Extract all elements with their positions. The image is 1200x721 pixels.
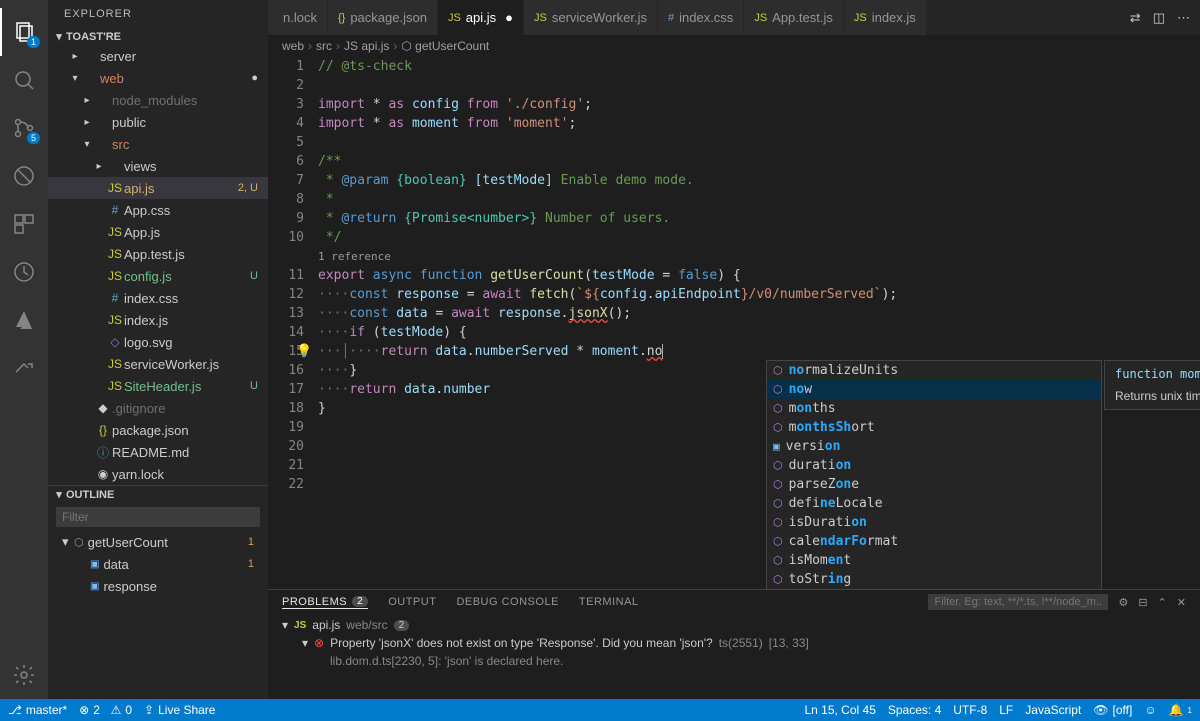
panel-tab-output[interactable]: OUTPUT (388, 596, 436, 608)
problem-related[interactable]: lib.dom.d.ts[2230, 5]: 'json' is declare… (282, 652, 1186, 670)
tree-item-serviceWorker-js[interactable]: JSserviceWorker.js (48, 353, 268, 375)
tree-item-logo-svg[interactable]: ◇logo.svg (48, 331, 268, 353)
tree-item-SiteHeader-js[interactable]: JSSiteHeader.jsU (48, 375, 268, 397)
outline-item-response[interactable]: ▣response (48, 575, 268, 597)
activity-extensions-icon[interactable] (0, 200, 48, 248)
suggest-item-monthsShort[interactable]: ⬡monthsShort (767, 418, 1101, 437)
tree-item-node_modules[interactable]: ▸node_modules (48, 89, 268, 111)
tree-item-src[interactable]: ▾src (48, 133, 268, 155)
status-ts[interactable]: 👁 [off] (1093, 703, 1132, 717)
chevron-up-icon[interactable]: ⌃ (1158, 596, 1167, 609)
panel-tab-problems[interactable]: PROBLEMS 2 (282, 596, 368, 609)
status-liveshare[interactable]: ⇪ Live Share (144, 703, 215, 717)
error-icon: ⊗ (314, 636, 324, 650)
sidebar: EXPLORER ▾TOAST'RE ▸server▾web●▸node_mod… (48, 0, 268, 699)
panel-tab-terminal[interactable]: TERMINAL (579, 596, 639, 608)
tab-index-css[interactable]: #index.css (658, 0, 744, 35)
doc-description: Returns unix time in milliseconds. Overw… (1115, 389, 1200, 403)
activity-settings-icon[interactable] (0, 651, 48, 699)
suggest-item-isMoment[interactable]: ⬡isMoment (767, 551, 1101, 570)
suggest-item-defineLocale[interactable]: ⬡defineLocale (767, 494, 1101, 513)
tab-App-test-js[interactable]: JSApp.test.js (744, 0, 844, 35)
tree-item-index-css[interactable]: #index.css (48, 287, 268, 309)
tree-item-App-js[interactable]: JSApp.js (48, 221, 268, 243)
status-feedback-icon[interactable]: ☺ (1144, 703, 1156, 717)
activity-item-icon[interactable] (0, 248, 48, 296)
problem-item[interactable]: ▾ ⊗ Property 'jsonX' does not exist on t… (282, 634, 1186, 652)
compare-icon[interactable]: ⇄ (1130, 10, 1141, 26)
more-icon[interactable]: ⋯ (1177, 10, 1190, 26)
panel-tab-debug-console[interactable]: DEBUG CONSOLE (456, 596, 558, 608)
file-tree: ▸server▾web●▸node_modules▸public▾src▸vie… (48, 45, 268, 485)
editor-area: n.lock{}package.jsonJSapi.js●JSserviceWo… (268, 0, 1200, 699)
suggest-item-parseZone[interactable]: ⬡parseZone (767, 475, 1101, 494)
tree-item-package-json[interactable]: {}package.json (48, 419, 268, 441)
tab-n-lock[interactable]: n.lock (268, 0, 328, 35)
activity-scm-icon[interactable]: 5 (0, 104, 48, 152)
editor-tabs: n.lock{}package.jsonJSapi.js●JSserviceWo… (268, 0, 1200, 35)
suggest-item-months[interactable]: ⬡months (767, 399, 1101, 418)
tree-item-views[interactable]: ▸views (48, 155, 268, 177)
outline-filter-input[interactable] (56, 507, 260, 527)
tree-item-public[interactable]: ▸public (48, 111, 268, 133)
tree-item--gitignore[interactable]: ◆.gitignore (48, 397, 268, 419)
outline-section: ▾OUTLINE ▾⬡getUserCount1▣data1▣response (48, 485, 268, 597)
tree-item-config-js[interactable]: JSconfig.jsU (48, 265, 268, 287)
close-icon[interactable]: ✕ (1177, 596, 1186, 609)
suggest-item-now[interactable]: ⬡now (767, 380, 1101, 399)
suggest-item-version[interactable]: ▣version (767, 437, 1101, 456)
status-indent[interactable]: Spaces: 4 (888, 703, 941, 717)
activity-share-icon[interactable] (0, 344, 48, 392)
suggest-widget[interactable]: ⬡normalizeUnits⬡now⬡months⬡monthsShort▣v… (766, 360, 1102, 590)
tree-item-App-test-js[interactable]: JSApp.test.js (48, 243, 268, 265)
status-eol[interactable]: LF (999, 703, 1013, 717)
tab-package-json[interactable]: {}package.json (328, 0, 438, 35)
outline-header[interactable]: ▾OUTLINE (48, 486, 268, 503)
activity-azure-icon[interactable] (0, 296, 48, 344)
activity-search-icon[interactable] (0, 56, 48, 104)
problem-file-row[interactable]: ▾ JS api.js web/src 2 (282, 616, 1186, 634)
status-cursor-pos[interactable]: Ln 15, Col 45 (804, 703, 875, 717)
bottom-panel: PROBLEMS 2 OUTPUT DEBUG CONSOLE TERMINAL ⚙ ⊟ ⌃… (268, 589, 1200, 699)
activity-explorer-icon[interactable]: 1 (0, 8, 48, 56)
status-encoding[interactable]: UTF-8 (953, 703, 987, 717)
status-language[interactable]: JavaScript (1025, 703, 1081, 717)
tree-item-App-css[interactable]: #App.css (48, 199, 268, 221)
outline-item-getUserCount[interactable]: ▾⬡getUserCount1 (48, 531, 268, 553)
filter-icon[interactable]: ⚙ (1118, 596, 1128, 609)
breadcrumb[interactable]: web›src›JS api.js›⬡ getUserCount (268, 35, 1200, 57)
status-problems[interactable]: ⊗ 2 ⚠ 0 (79, 703, 132, 717)
status-branch[interactable]: ⎇ master* (8, 703, 67, 717)
tree-item-yarn-lock[interactable]: ◉yarn.lock (48, 463, 268, 485)
suggest-item-normalizeUnits[interactable]: ⬡normalizeUnits (767, 361, 1101, 380)
outline-item-data[interactable]: ▣data1 (48, 553, 268, 575)
panel-tabs: PROBLEMS 2 OUTPUT DEBUG CONSOLE TERMINAL ⚙ ⊟ ⌃… (268, 590, 1200, 614)
status-bell-icon[interactable]: 🔔1 (1169, 703, 1192, 717)
tree-item-api-js[interactable]: JSapi.js2, U (48, 177, 268, 199)
doc-signature: function moment.now(): number (1115, 367, 1200, 381)
panel-filter-input[interactable] (928, 594, 1108, 610)
tree-item-server[interactable]: ▸server (48, 45, 268, 67)
suggest-item-calendarFormat[interactable]: ⬡calendarFormat (767, 532, 1101, 551)
activity-debug-icon[interactable] (0, 152, 48, 200)
suggest-item-isDuration[interactable]: ⬡isDuration (767, 513, 1101, 532)
tab-serviceWorker-js[interactable]: JSserviceWorker.js (524, 0, 658, 35)
tab-api-js[interactable]: JSapi.js● (438, 0, 524, 35)
suggest-item-toString[interactable]: ⬡toString (767, 570, 1101, 589)
tab-index-js[interactable]: JSindex.js (844, 0, 927, 35)
sidebar-title: EXPLORER (48, 0, 268, 28)
project-header[interactable]: ▾TOAST'RE (48, 28, 268, 45)
split-icon[interactable]: ◫ (1153, 10, 1165, 26)
problems-list: ▾ JS api.js web/src 2 ▾ ⊗ Property 'json… (268, 614, 1200, 672)
activity-bar: 1 5 (0, 0, 48, 699)
tree-item-README-md[interactable]: ⓘREADME.md (48, 441, 268, 463)
tree-item-web[interactable]: ▾web● (48, 67, 268, 89)
statusbar: ⎇ master* ⊗ 2 ⚠ 0 ⇪ Live Share Ln 15, Co… (0, 699, 1200, 721)
suggest-doc-widget: ✕ function moment.now(): number Returns … (1104, 360, 1200, 410)
tree-item-index-js[interactable]: JSindex.js (48, 309, 268, 331)
suggest-item-duration[interactable]: ⬡duration (767, 456, 1101, 475)
collapse-icon[interactable]: ⊟ (1138, 596, 1147, 609)
